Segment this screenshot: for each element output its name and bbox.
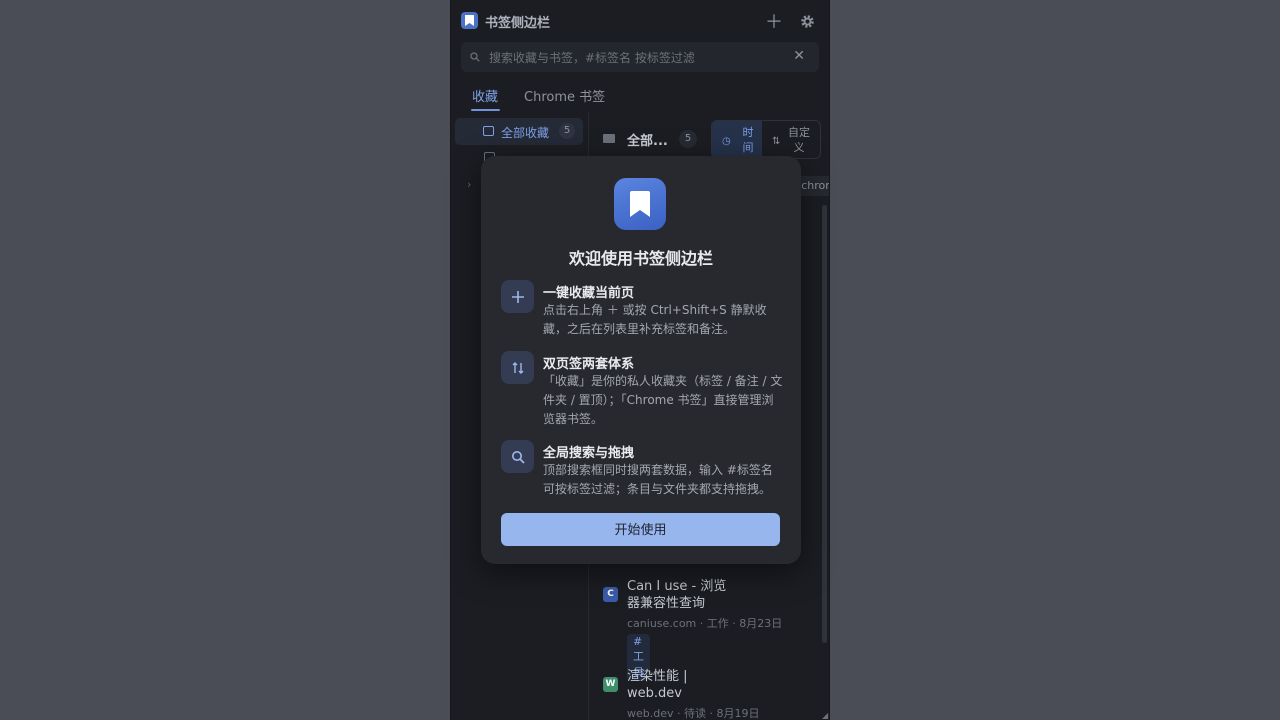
sidebar-item-all-favorites[interactable]: 全部收藏 5 [455,118,583,145]
feature-description: 顶部搜索框同时搜两套数据，输入 #标签名 可按标签过滤；条目与文件夹都支持拖拽。 [543,463,773,496]
chevron-right-icon[interactable]: › [467,178,471,191]
bookmark-logo-icon [461,12,478,29]
sidebar-item-count: 5 [559,123,575,139]
tab-underline [471,109,500,111]
folder-name: 全部... [627,134,668,149]
bookmark-title: Can I use - 浏览器兼容性查询 [627,579,727,611]
feature-description: 点击右上角 ＋ 或按 Ctrl+Shift+S 静默收藏，之后在列表里补充标签和… [543,303,767,336]
feature-title: 双页签两套体系 [543,357,635,372]
sort-by-time-button[interactable]: ◷ 时间 [712,121,762,158]
welcome-dialog: 欢迎使用书签侧边栏 一键收藏当前页 点击右上角 ＋ 或按 Ctrl+Shift+… [481,156,801,564]
bookmark-logo-icon [614,178,666,230]
search-icon [470,52,480,62]
resize-handle-icon[interactable]: ◢ [822,711,828,720]
tab-bar: 收藏 Chrome 书签 [451,80,829,112]
dialog-title: 欢迎使用书签侧边栏 [568,249,713,268]
feature-title: 一键收藏当前页 [543,286,635,301]
plus-icon [501,280,534,313]
search-box: ✕ [461,42,819,72]
bookmark-meta: web.dev · 待读 · 8月19日 [627,707,760,720]
swap-vertical-icon [501,351,534,384]
feature-description: 「收藏」是你的私人收藏夹（标签 / 备注 / 文件夹 / 置顶）；「Chrome… [543,374,783,426]
bookmark-meta: caniuse.com · 工作 · 8月23日 [627,617,783,630]
favicon-icon: W [603,677,618,692]
bookmark-title: 渲染性能 | web.dev [627,669,688,701]
sort-icon: ⇅ [772,136,781,147]
app-title: 书签侧边栏 [485,16,551,31]
scrollbar[interactable] [822,205,827,643]
settings-button[interactable] [797,11,817,31]
sort-toggle: ◷ 时间 ⇅ 自定义 [711,120,821,159]
feature-title: 全局搜索与拖拽 [543,446,635,461]
tab-favorites[interactable]: 收藏 [472,86,498,105]
sort-custom-button[interactable]: ⇅ 自定义 [762,121,820,158]
gear-icon [800,14,814,28]
favicon-icon: C [603,587,618,602]
add-bookmark-button[interactable]: ＋ [764,11,784,33]
plus-icon: ＋ [765,12,783,33]
tab-chrome-bookmarks[interactable]: Chrome 书签 [524,86,605,105]
start-button[interactable]: 开始使用 [501,513,780,546]
sort-custom-label: 自定义 [788,126,810,154]
folder-icon [603,134,615,143]
inbox-icon [483,126,494,136]
clock-icon: ◷ [722,136,731,147]
search-icon [501,440,534,473]
sort-time-label: 时间 [742,126,754,154]
sidebar-item-label: 全部收藏 [501,126,550,140]
folder-count: 5 [679,130,697,148]
panel-header: 书签侧边栏 ＋ [451,0,829,42]
clear-icon[interactable]: ✕ [793,48,805,64]
search-input[interactable] [489,50,789,66]
